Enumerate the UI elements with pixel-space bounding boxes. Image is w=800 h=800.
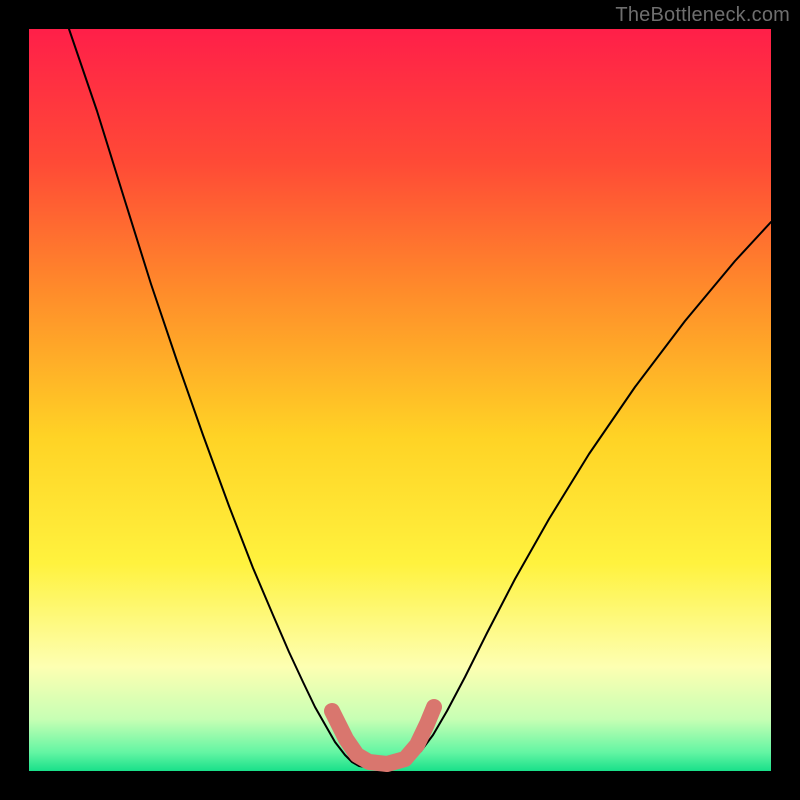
plot-area: [29, 29, 771, 771]
marker-layer: [29, 29, 771, 771]
chart-frame: TheBottleneck.com: [0, 0, 800, 800]
watermark-text: TheBottleneck.com: [615, 4, 790, 27]
optimal-region-marker: [332, 707, 434, 764]
